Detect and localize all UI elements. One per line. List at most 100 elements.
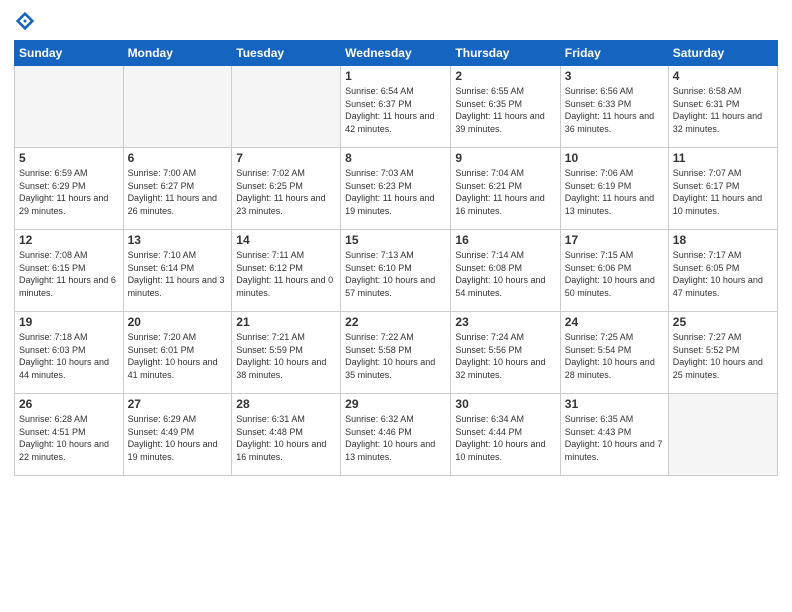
weekday-header-sunday: Sunday <box>15 41 124 66</box>
calendar-cell: 5 Sunrise: 6:59 AM Sunset: 6:29 PM Daylig… <box>15 148 124 230</box>
calendar-cell: 23 Sunrise: 7:24 AM Sunset: 5:56 PM Dayli… <box>451 312 560 394</box>
day-number: 11 <box>673 151 773 165</box>
weekday-header-saturday: Saturday <box>668 41 777 66</box>
day-info: Sunrise: 6:34 AM Sunset: 4:44 PM Dayligh… <box>455 413 555 463</box>
day-info: Sunrise: 7:22 AM Sunset: 5:58 PM Dayligh… <box>345 331 446 381</box>
day-info: Sunrise: 6:28 AM Sunset: 4:51 PM Dayligh… <box>19 413 119 463</box>
calendar-week-1: 1 Sunrise: 6:54 AM Sunset: 6:37 PM Daylig… <box>15 66 778 148</box>
day-number: 25 <box>673 315 773 329</box>
calendar-cell: 28 Sunrise: 6:31 AM Sunset: 4:48 PM Dayli… <box>232 394 341 476</box>
day-number: 8 <box>345 151 446 165</box>
calendar-cell: 9 Sunrise: 7:04 AM Sunset: 6:21 PM Daylig… <box>451 148 560 230</box>
day-number: 23 <box>455 315 555 329</box>
calendar-cell: 27 Sunrise: 6:29 AM Sunset: 4:49 PM Dayli… <box>123 394 232 476</box>
calendar-week-5: 26 Sunrise: 6:28 AM Sunset: 4:51 PM Dayli… <box>15 394 778 476</box>
day-info: Sunrise: 7:24 AM Sunset: 5:56 PM Dayligh… <box>455 331 555 381</box>
weekday-header-wednesday: Wednesday <box>341 41 451 66</box>
day-number: 10 <box>565 151 664 165</box>
calendar-cell <box>668 394 777 476</box>
calendar-cell <box>15 66 124 148</box>
day-info: Sunrise: 7:21 AM Sunset: 5:59 PM Dayligh… <box>236 331 336 381</box>
calendar-cell: 30 Sunrise: 6:34 AM Sunset: 4:44 PM Dayli… <box>451 394 560 476</box>
calendar-cell: 8Sunrise: 7:03 AM Sunset: 6:23 PM Daylig… <box>341 148 451 230</box>
calendar-table: SundayMondayTuesdayWednesdayThursdayFrid… <box>14 40 778 476</box>
logo-icon <box>14 10 36 32</box>
day-number: 2 <box>455 69 555 83</box>
calendar-week-4: 19 Sunrise: 7:18 AM Sunset: 6:03 PM Dayli… <box>15 312 778 394</box>
day-number: 19 <box>19 315 119 329</box>
calendar-cell: 3 Sunrise: 6:56 AM Sunset: 6:33 PM Daylig… <box>560 66 668 148</box>
day-info: Sunrise: 7:14 AM Sunset: 6:08 PM Dayligh… <box>455 249 555 299</box>
day-info: Sunrise: 6:54 AM Sunset: 6:37 PM Dayligh… <box>345 85 446 135</box>
day-number: 18 <box>673 233 773 247</box>
day-number: 21 <box>236 315 336 329</box>
day-number: 6 <box>128 151 228 165</box>
calendar-cell: 17Sunrise: 7:15 AM Sunset: 6:06 PM Dayli… <box>560 230 668 312</box>
calendar-cell: 13 Sunrise: 7:10 AM Sunset: 6:14 PM Dayli… <box>123 230 232 312</box>
day-info: Sunrise: 7:10 AM Sunset: 6:14 PM Dayligh… <box>128 249 228 299</box>
day-number: 5 <box>19 151 119 165</box>
day-number: 12 <box>19 233 119 247</box>
calendar-cell: 31Sunrise: 6:35 AM Sunset: 4:43 PM Dayli… <box>560 394 668 476</box>
calendar-week-3: 12 Sunrise: 7:08 AM Sunset: 6:15 PM Dayli… <box>15 230 778 312</box>
day-number: 26 <box>19 397 119 411</box>
day-number: 29 <box>345 397 446 411</box>
day-number: 22 <box>345 315 446 329</box>
weekday-header-tuesday: Tuesday <box>232 41 341 66</box>
day-number: 9 <box>455 151 555 165</box>
day-number: 7 <box>236 151 336 165</box>
day-info: Sunrise: 7:02 AM Sunset: 6:25 PM Dayligh… <box>236 167 336 217</box>
day-info: Sunrise: 7:25 AM Sunset: 5:54 PM Dayligh… <box>565 331 664 381</box>
day-number: 17 <box>565 233 664 247</box>
calendar-cell: 22 Sunrise: 7:22 AM Sunset: 5:58 PM Dayli… <box>341 312 451 394</box>
calendar-cell: 16 Sunrise: 7:14 AM Sunset: 6:08 PM Dayli… <box>451 230 560 312</box>
day-info: Sunrise: 6:56 AM Sunset: 6:33 PM Dayligh… <box>565 85 664 135</box>
day-info: Sunrise: 6:58 AM Sunset: 6:31 PM Dayligh… <box>673 85 773 135</box>
day-info: Sunrise: 7:04 AM Sunset: 6:21 PM Dayligh… <box>455 167 555 217</box>
calendar-cell: 26 Sunrise: 6:28 AM Sunset: 4:51 PM Dayli… <box>15 394 124 476</box>
day-number: 27 <box>128 397 228 411</box>
day-number: 13 <box>128 233 228 247</box>
page: SundayMondayTuesdayWednesdayThursdayFrid… <box>0 0 792 612</box>
calendar-cell: 11 Sunrise: 7:07 AM Sunset: 6:17 PM Dayli… <box>668 148 777 230</box>
weekday-header-row: SundayMondayTuesdayWednesdayThursdayFrid… <box>15 41 778 66</box>
calendar-cell: 7 Sunrise: 7:02 AM Sunset: 6:25 PM Daylig… <box>232 148 341 230</box>
day-info: Sunrise: 7:08 AM Sunset: 6:15 PM Dayligh… <box>19 249 119 299</box>
calendar-cell: 19 Sunrise: 7:18 AM Sunset: 6:03 PM Dayli… <box>15 312 124 394</box>
logo <box>14 10 38 32</box>
calendar-cell: 2 Sunrise: 6:55 AM Sunset: 6:35 PM Daylig… <box>451 66 560 148</box>
day-number: 1 <box>345 69 446 83</box>
calendar-cell: 29Sunrise: 6:32 AM Sunset: 4:46 PM Dayli… <box>341 394 451 476</box>
day-info: Sunrise: 7:27 AM Sunset: 5:52 PM Dayligh… <box>673 331 773 381</box>
day-number: 4 <box>673 69 773 83</box>
day-info: Sunrise: 7:17 AM Sunset: 6:05 PM Dayligh… <box>673 249 773 299</box>
day-info: Sunrise: 7:18 AM Sunset: 6:03 PM Dayligh… <box>19 331 119 381</box>
calendar-cell: 18 Sunrise: 7:17 AM Sunset: 6:05 PM Dayli… <box>668 230 777 312</box>
calendar-cell: 25 Sunrise: 7:27 AM Sunset: 5:52 PM Dayli… <box>668 312 777 394</box>
calendar-cell: 15Sunrise: 7:13 AM Sunset: 6:10 PM Dayli… <box>341 230 451 312</box>
calendar-cell: 4 Sunrise: 6:58 AM Sunset: 6:31 PM Daylig… <box>668 66 777 148</box>
day-number: 15 <box>345 233 446 247</box>
weekday-header-thursday: Thursday <box>451 41 560 66</box>
day-info: Sunrise: 7:07 AM Sunset: 6:17 PM Dayligh… <box>673 167 773 217</box>
day-info: Sunrise: 6:55 AM Sunset: 6:35 PM Dayligh… <box>455 85 555 135</box>
calendar-cell <box>232 66 341 148</box>
day-number: 24 <box>565 315 664 329</box>
day-info: Sunrise: 6:31 AM Sunset: 4:48 PM Dayligh… <box>236 413 336 463</box>
day-info: Sunrise: 7:00 AM Sunset: 6:27 PM Dayligh… <box>128 167 228 217</box>
calendar-week-2: 5 Sunrise: 6:59 AM Sunset: 6:29 PM Daylig… <box>15 148 778 230</box>
day-number: 31 <box>565 397 664 411</box>
calendar-cell: 20Sunrise: 7:20 AM Sunset: 6:01 PM Dayli… <box>123 312 232 394</box>
day-number: 30 <box>455 397 555 411</box>
calendar-cell: 24 Sunrise: 7:25 AM Sunset: 5:54 PM Dayli… <box>560 312 668 394</box>
weekday-header-monday: Monday <box>123 41 232 66</box>
calendar-cell: 6 Sunrise: 7:00 AM Sunset: 6:27 PM Daylig… <box>123 148 232 230</box>
calendar-cell: 1 Sunrise: 6:54 AM Sunset: 6:37 PM Daylig… <box>341 66 451 148</box>
day-number: 16 <box>455 233 555 247</box>
day-info: Sunrise: 6:59 AM Sunset: 6:29 PM Dayligh… <box>19 167 119 217</box>
day-number: 3 <box>565 69 664 83</box>
calendar-cell: 21 Sunrise: 7:21 AM Sunset: 5:59 PM Dayli… <box>232 312 341 394</box>
day-info: Sunrise: 6:29 AM Sunset: 4:49 PM Dayligh… <box>128 413 228 463</box>
day-number: 20 <box>128 315 228 329</box>
day-number: 28 <box>236 397 336 411</box>
